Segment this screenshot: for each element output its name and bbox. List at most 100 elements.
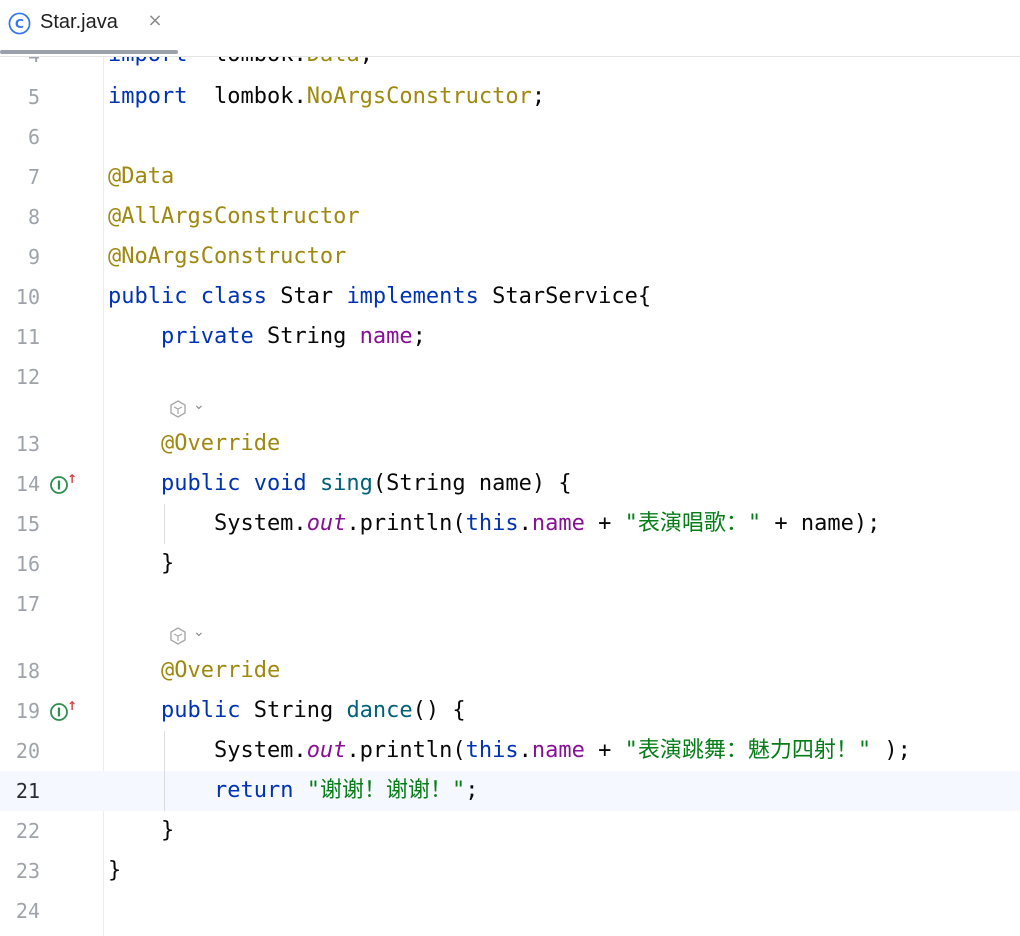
code-token: name <box>531 511 585 536</box>
line-number: 11 <box>15 325 40 349</box>
line-number: 12 <box>15 365 40 389</box>
code-token: .println( <box>346 738 466 763</box>
code-token: + <box>584 738 625 763</box>
svg-text:↑: ↑ <box>67 699 77 713</box>
code-token: ; <box>531 84 546 109</box>
code-line-11[interactable]: 11 private String name; <box>0 317 1020 357</box>
code-line-6[interactable]: 6 <box>0 117 1020 157</box>
tab-title: Star.java <box>40 11 118 33</box>
code-token: @Override <box>160 431 281 456</box>
code-line-13[interactable]: 13 @Override <box>0 424 1020 464</box>
chevron-down-icon: ⌄ <box>193 624 205 640</box>
code-line-5[interactable]: 5 import lombok.NoArgsConstructor; <box>0 77 1020 117</box>
code-text: private String name; <box>108 317 426 357</box>
code-line-21[interactable]: 21 return "谢谢！谢谢！"; <box>0 771 1020 811</box>
tab-star-java[interactable]: C Star.java × <box>0 0 178 54</box>
code-text: @NoArgsConstructor <box>108 237 346 277</box>
code-token: System. <box>108 738 307 763</box>
code-text: public String dance() { <box>108 691 466 731</box>
code-token: (String name) { <box>372 471 572 496</box>
code-line-10[interactable]: 10 public class Star implements StarServi… <box>0 277 1020 317</box>
code-text: } <box>108 811 174 851</box>
code-text: public void sing(String name) { <box>108 464 572 504</box>
code-line-20[interactable]: 20 System.out.println(this.name + "表演跳舞：… <box>0 731 1020 771</box>
ai-assist-hint[interactable]: ⌄ <box>166 624 216 648</box>
code-text: System.out.println(this.name + "表演跳舞：魅力四… <box>108 731 911 771</box>
java-class-icon: C <box>8 12 31 35</box>
code-token: implements <box>346 284 479 309</box>
code-line-19[interactable]: 19 public String dance() {I ↑ <box>0 691 1020 731</box>
code-text: @Override <box>108 651 280 691</box>
code-editor[interactable]: 4import lombok.Data; 5 import lombok.NoArg… <box>0 57 1020 936</box>
code-token: this <box>465 511 519 536</box>
indent-guide <box>164 504 165 544</box>
code-token: } <box>108 818 175 843</box>
code-token: . <box>518 738 532 763</box>
line-number: 9 <box>27 245 40 269</box>
code-line-8[interactable]: 8 @AllArgsConstructor <box>0 197 1020 237</box>
line-number: 16 <box>15 552 40 576</box>
line-number: 13 <box>15 432 40 456</box>
code-token: out <box>306 738 347 763</box>
code-token: lombok. <box>187 57 307 67</box>
code-line-15[interactable]: 15 System.out.println(this.name + "表演唱歌：… <box>0 504 1020 544</box>
chevron-down-icon: ⌄ <box>193 397 205 413</box>
code-token: import <box>108 84 188 109</box>
code-token: ); <box>871 738 911 763</box>
code-token: StarService{ <box>478 284 652 309</box>
code-token: return <box>213 778 294 803</box>
ai-assist-hint[interactable]: ⌄ <box>166 397 216 421</box>
code-token: name <box>531 738 585 763</box>
code-line-23[interactable]: 23} <box>0 851 1020 891</box>
code-token: "表演跳舞：魅力四射！" <box>624 738 872 763</box>
code-line-14[interactable]: 14 public void sing(String name) { I ↑ <box>0 464 1020 504</box>
implements-method-icon[interactable]: I ↑ <box>48 699 78 723</box>
code-token: ; <box>465 778 479 803</box>
code-token: @Override <box>160 658 281 683</box>
code-token: .println( <box>346 511 466 536</box>
code-line-7[interactable]: 7 @Data <box>0 157 1020 197</box>
code-text: @Override <box>108 424 280 464</box>
code-text: import lombok.Data; <box>108 57 373 75</box>
line-number: 21 <box>15 779 40 803</box>
code-token: ; <box>360 57 373 67</box>
line-number: 19 <box>15 699 40 723</box>
code-token: . <box>518 511 532 536</box>
svg-text:C: C <box>15 16 24 31</box>
code-line-9[interactable]: 9 @NoArgsConstructor <box>0 237 1020 277</box>
code-line-22[interactable]: 22 } <box>0 811 1020 851</box>
line-number: 15 <box>15 512 40 536</box>
code-line-12[interactable]: 12 <box>0 357 1020 397</box>
code-line-17[interactable]: 17 <box>0 584 1020 624</box>
code-token: "谢谢！谢谢！" <box>306 778 466 803</box>
line-number: 8 <box>27 205 40 229</box>
svg-text:I: I <box>57 479 61 493</box>
code-line-18[interactable]: 18 @Override <box>0 651 1020 691</box>
ai-assist-icon <box>170 400 186 418</box>
line-number: 14 <box>15 472 40 496</box>
code-token: + name); <box>761 511 881 536</box>
svg-text:I: I <box>57 706 61 720</box>
code-token: sing <box>319 471 373 496</box>
code-token: Star <box>266 284 347 309</box>
code-line-partial: 4 import lombok.Data; <box>0 57 1020 75</box>
code-line-16[interactable]: 16 } <box>0 544 1020 584</box>
code-token: public class <box>108 284 267 309</box>
implements-method-icon[interactable]: I ↑ <box>48 472 78 496</box>
code-token: out <box>306 511 347 536</box>
code-token: String <box>240 698 347 723</box>
line-number: 7 <box>27 165 40 189</box>
line-number: 24 <box>15 899 40 923</box>
code-text: import lombok.NoArgsConstructor; <box>108 77 545 117</box>
code-text: } <box>108 851 121 891</box>
code-line-24[interactable]: 24 <box>0 891 1020 931</box>
close-icon[interactable]: × <box>145 8 165 34</box>
line-number: 5 <box>27 85 40 109</box>
code-text: @Data <box>108 157 174 197</box>
code-token: private <box>160 324 254 349</box>
